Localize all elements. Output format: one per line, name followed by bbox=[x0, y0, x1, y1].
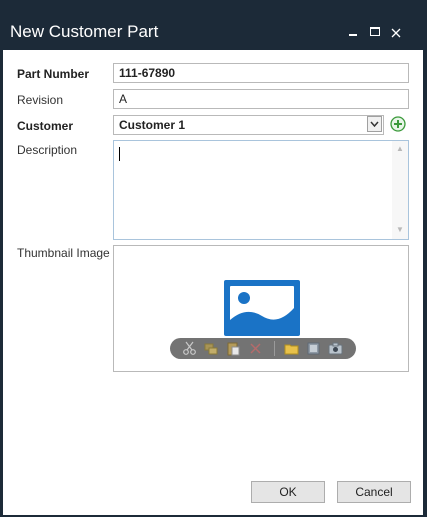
maximize-icon bbox=[370, 27, 380, 36]
minimize-button[interactable] bbox=[349, 26, 357, 36]
text-caret bbox=[119, 147, 120, 161]
minimize-icon bbox=[349, 34, 357, 36]
add-customer-button[interactable] bbox=[390, 116, 406, 132]
customer-dropdown[interactable]: Customer 1 bbox=[113, 115, 384, 135]
customer-label: Customer bbox=[17, 119, 74, 133]
revision-input[interactable]: A bbox=[113, 89, 409, 109]
description-scrollbar[interactable]: ▲ ▼ bbox=[392, 141, 408, 239]
add-icon bbox=[390, 116, 406, 132]
thumbnail-toolbar bbox=[170, 338, 356, 359]
description-label: Description bbox=[17, 143, 78, 157]
part-number-label: Part Number bbox=[17, 67, 90, 81]
copy-icon[interactable] bbox=[204, 341, 219, 356]
description-textarea[interactable]: ▲ ▼ bbox=[113, 140, 409, 240]
cut-icon[interactable] bbox=[182, 341, 197, 356]
title-bar[interactable]: New Customer Part bbox=[0, 0, 427, 50]
thumbnail-image-box[interactable] bbox=[113, 245, 409, 372]
maximize-button[interactable] bbox=[370, 26, 380, 36]
window-title: New Customer Part bbox=[10, 22, 159, 41]
ok-button[interactable]: OK bbox=[251, 481, 325, 503]
scroll-up-icon[interactable]: ▲ bbox=[396, 144, 404, 153]
dialog-window: New Customer Part Part Number 111-67890 … bbox=[0, 0, 427, 517]
scan-icon[interactable] bbox=[306, 341, 321, 356]
chevron-down-icon bbox=[370, 121, 379, 128]
customer-dropdown-toggle[interactable] bbox=[367, 116, 382, 132]
revision-label: Revision bbox=[17, 93, 64, 107]
toolbar-separator bbox=[274, 341, 275, 356]
paste-icon[interactable] bbox=[226, 341, 241, 356]
image-placeholder-icon bbox=[224, 280, 300, 336]
camera-icon[interactable] bbox=[328, 341, 343, 356]
close-button[interactable] bbox=[391, 26, 401, 40]
dialog-content: Part Number 111-67890 Revision A Custome… bbox=[3, 50, 423, 515]
scroll-down-icon[interactable]: ▼ bbox=[396, 225, 404, 234]
open-folder-icon[interactable] bbox=[284, 341, 299, 356]
close-icon bbox=[391, 28, 401, 38]
delete-icon[interactable] bbox=[248, 341, 263, 356]
cancel-button[interactable]: Cancel bbox=[337, 481, 411, 503]
thumbnail-label: Thumbnail Image bbox=[17, 246, 110, 260]
part-number-input[interactable]: 111-67890 bbox=[113, 63, 409, 83]
